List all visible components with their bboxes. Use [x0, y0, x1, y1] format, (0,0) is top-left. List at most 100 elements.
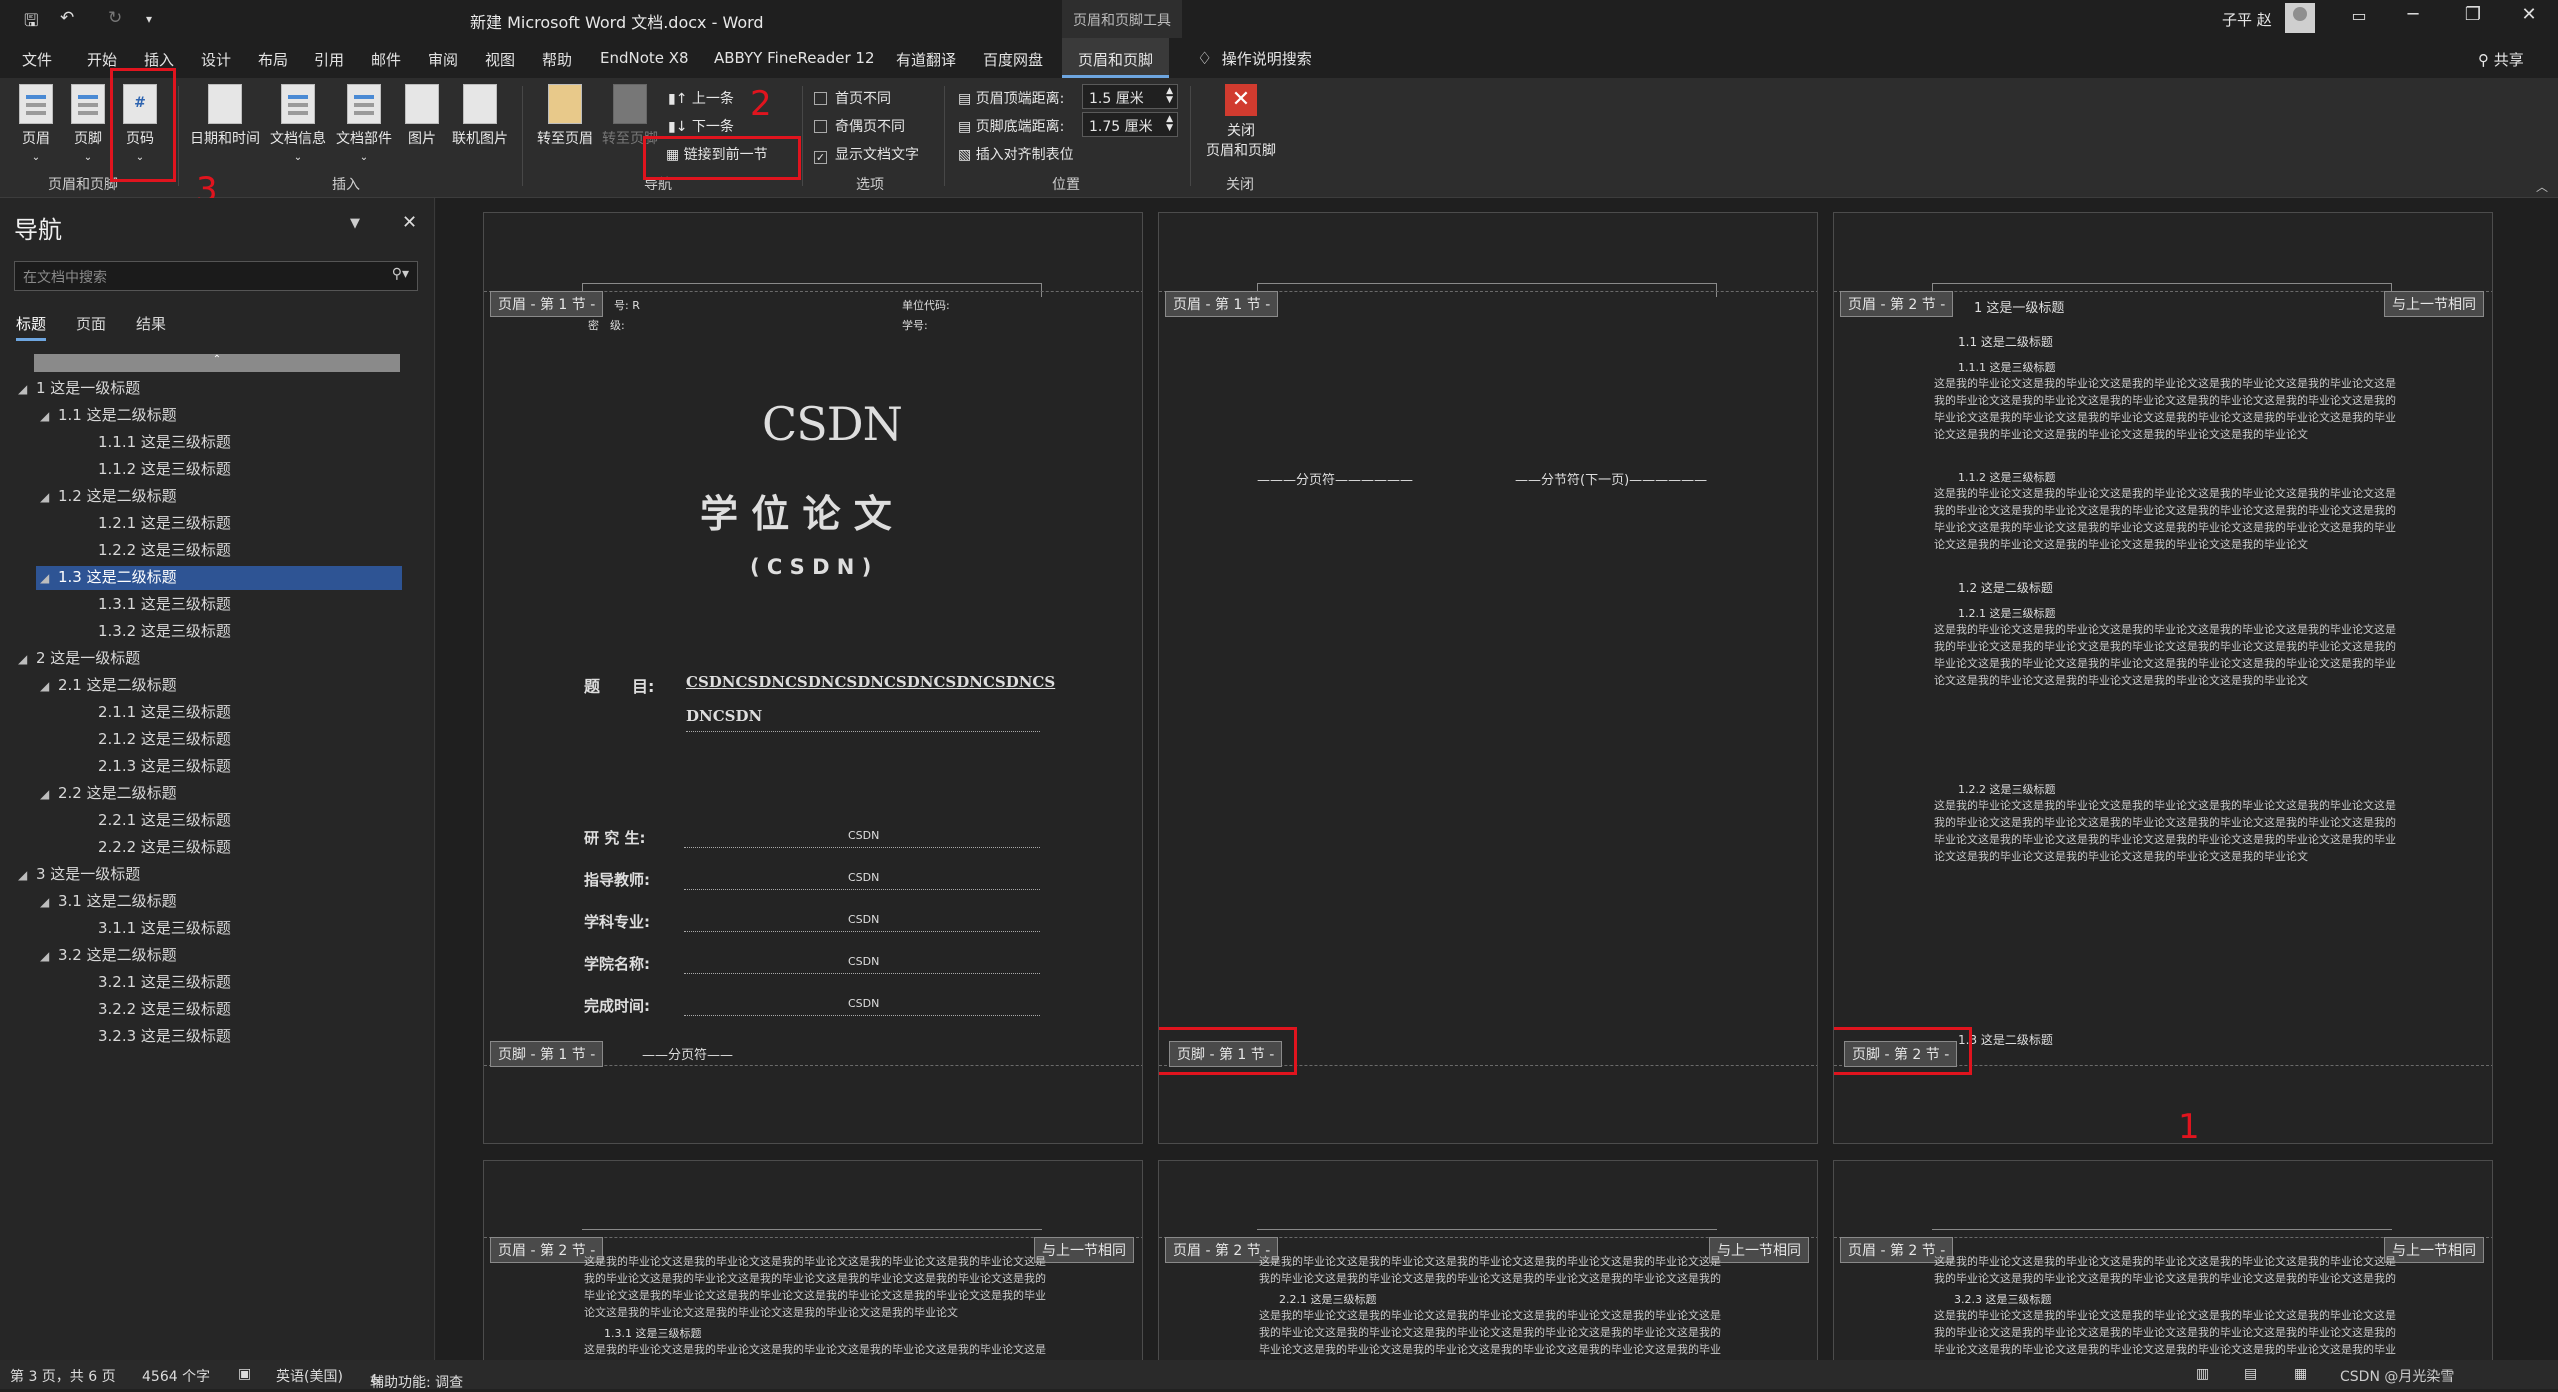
- prev-section-button[interactable]: ▮↑ 上一条: [668, 88, 734, 108]
- nav-search-input[interactable]: 在文档中搜索 ⚲▾: [14, 261, 418, 291]
- expand-triangle-icon[interactable]: ◢: [40, 490, 58, 504]
- undo-icon[interactable]: ↶: [60, 8, 74, 28]
- search-icon[interactable]: ⚲▾: [392, 266, 409, 282]
- nav-heading-item[interactable]: ◢ 2.2 这是二级标题: [40, 782, 177, 806]
- page-count[interactable]: 第 3 页，共 6 页: [10, 1366, 116, 1386]
- page-1[interactable]: 页眉 - 第 1 节 - 号: R 密 级: 单位代码: 学号: CSDN 学 …: [483, 212, 1143, 1144]
- nav-options-icon[interactable]: ▼: [350, 216, 360, 231]
- nav-scroll-handle[interactable]: ⌃: [34, 354, 400, 372]
- nav-heading-item[interactable]: 1.2.2 这是三级标题: [80, 539, 231, 563]
- expand-triangle-icon[interactable]: ◢: [40, 571, 58, 585]
- avatar[interactable]: [2285, 3, 2315, 33]
- page-2[interactable]: 页眉 - 第 1 节 - ———分页符—————— ——分节符(下一页)————…: [1158, 212, 1818, 1144]
- online-picture-button[interactable]: 联机图片: [448, 84, 512, 148]
- nav-heading-item[interactable]: ◢ 3 这是一级标题: [18, 863, 140, 887]
- nav-heading-item[interactable]: ◢ 1.2 这是二级标题: [40, 485, 177, 509]
- nav-heading-item[interactable]: 3.2.2 这是三级标题: [80, 998, 231, 1022]
- nav-close-icon[interactable]: ✕: [402, 212, 417, 233]
- goto-header-button[interactable]: 转至页眉: [532, 84, 598, 148]
- nav-heading-item[interactable]: 1.2.1 这是三级标题: [80, 512, 231, 536]
- page-4[interactable]: 页眉 - 第 2 节 - 与上一节相同 这是我的毕业论文这是我的毕业论文这是我的…: [483, 1160, 1143, 1370]
- nav-heading-item[interactable]: 1.1.2 这是三级标题: [80, 458, 231, 482]
- docinfo-button[interactable]: 文档信息 ⌄: [266, 84, 330, 164]
- spinner-icon[interactable]: ▲ ▼: [1166, 87, 1173, 105]
- nav-heading-item[interactable]: ◢ 1 这是一级标题: [18, 377, 140, 401]
- tab-header-footer[interactable]: 页眉和页脚: [1062, 38, 1170, 78]
- tab-youdao[interactable]: 有道翻译: [896, 49, 956, 70]
- redo-icon[interactable]: ↻: [108, 8, 122, 28]
- nav-heading-item[interactable]: 1.3.1 这是三级标题: [80, 593, 231, 617]
- tab-layout[interactable]: 布局: [258, 49, 288, 70]
- different-odd-even-checkbox[interactable]: 奇偶页不同: [814, 116, 905, 136]
- expand-triangle-icon[interactable]: ◢: [40, 679, 58, 693]
- nav-heading-item[interactable]: ◢ 3.2 这是二级标题: [40, 944, 177, 968]
- web-layout-icon[interactable]: ▦: [2294, 1366, 2307, 1382]
- language[interactable]: 英语(美国): [276, 1366, 343, 1386]
- tab-endnote[interactable]: EndNote X8: [600, 49, 689, 67]
- tab-baidu[interactable]: 百度网盘: [983, 49, 1043, 70]
- user-name[interactable]: 子平 赵: [2222, 9, 2272, 30]
- tab-references[interactable]: 引用: [314, 49, 344, 70]
- expand-triangle-icon[interactable]: ◢: [40, 895, 58, 909]
- page-3[interactable]: 页眉 - 第 2 节 - 与上一节相同 1 这是一级标题 1.1 这是二级标题 …: [1833, 212, 2493, 1144]
- show-document-text-checkbox[interactable]: ✓ 显示文档文字: [814, 144, 919, 164]
- different-first-page-checkbox[interactable]: 首页不同: [814, 88, 891, 108]
- next-section-button[interactable]: ▮↓ 下一条: [668, 116, 734, 136]
- tab-file[interactable]: 文件: [22, 49, 52, 70]
- qat-customize-icon[interactable]: ▾: [146, 12, 152, 26]
- nav-tab-results[interactable]: 结果: [136, 313, 166, 334]
- tab-help[interactable]: 帮助: [542, 49, 572, 70]
- minimize-button[interactable]: ─: [2390, 4, 2436, 34]
- save-icon[interactable]: 🖫: [24, 8, 38, 37]
- nav-heading-item[interactable]: 1.1.1 这是三级标题: [80, 431, 231, 455]
- picture-button[interactable]: 图片: [402, 84, 442, 148]
- nav-heading-item[interactable]: ◢ 1.1 这是二级标题: [40, 404, 177, 428]
- datetime-button[interactable]: 日期和时间: [188, 84, 262, 148]
- nav-tab-headings[interactable]: 标题: [16, 313, 47, 341]
- tell-me-search[interactable]: ♢ 操作说明搜索: [1197, 48, 1312, 69]
- tab-mailings[interactable]: 邮件: [371, 49, 401, 70]
- nav-heading-item[interactable]: 2.2.2 这是三级标题: [80, 836, 231, 860]
- quickparts-button[interactable]: 文档部件 ⌄: [332, 84, 396, 164]
- expand-triangle-icon[interactable]: ◢: [40, 787, 58, 801]
- close-window-button[interactable]: ✕: [2506, 4, 2552, 34]
- page-5[interactable]: 页眉 - 第 2 节 - 与上一节相同 这是我的毕业论文这是我的毕业论文这是我的…: [1158, 1160, 1818, 1370]
- nav-heading-item[interactable]: ◢ 1.3 这是二级标题: [36, 566, 402, 590]
- tab-insert[interactable]: 插入: [144, 49, 174, 70]
- nav-heading-item[interactable]: ◢ 2.1 这是二级标题: [40, 674, 177, 698]
- expand-triangle-icon[interactable]: ◢: [18, 382, 36, 396]
- collapse-ribbon-icon[interactable]: ︿: [2536, 178, 2548, 195]
- ribbon-display-options-icon[interactable]: ▭: [2336, 6, 2382, 36]
- word-count[interactable]: 4564 个字: [142, 1366, 210, 1386]
- expand-triangle-icon[interactable]: ◢: [18, 652, 36, 666]
- footer-bottom-input[interactable]: 1.75 厘米 ▲ ▼: [1082, 112, 1178, 137]
- nav-tab-pages[interactable]: 页面: [76, 313, 106, 334]
- nav-heading-item[interactable]: 3.2.3 这是三级标题: [80, 1025, 231, 1049]
- nav-heading-item[interactable]: ◢ 2 这是一级标题: [18, 647, 140, 671]
- tab-design[interactable]: 设计: [201, 49, 231, 70]
- page-6[interactable]: 页眉 - 第 2 节 - 与上一节相同 这是我的毕业论文这是我的毕业论文这是我的…: [1833, 1160, 2493, 1370]
- print-layout-icon[interactable]: ▤: [2244, 1366, 2257, 1382]
- tab-abbyy[interactable]: ABBYY FineReader 12: [714, 49, 875, 67]
- nav-heading-item[interactable]: 1.3.2 这是三级标题: [80, 620, 231, 644]
- tab-home[interactable]: 开始: [87, 49, 117, 70]
- nav-heading-item[interactable]: 2.2.1 这是三级标题: [80, 809, 231, 833]
- tab-view[interactable]: 视图: [485, 49, 515, 70]
- nav-heading-item[interactable]: ◢ 3.1 这是二级标题: [40, 890, 177, 914]
- expand-triangle-icon[interactable]: ◢: [40, 949, 58, 963]
- expand-triangle-icon[interactable]: ◢: [40, 409, 58, 423]
- nav-heading-item[interactable]: 3.1.1 这是三级标题: [80, 917, 231, 941]
- spinner-icon[interactable]: ▲ ▼: [1166, 115, 1173, 133]
- close-header-footer-button[interactable]: ✕ 关闭 页眉和页脚: [1198, 84, 1284, 160]
- nav-heading-item[interactable]: 2.1.2 这是三级标题: [80, 728, 231, 752]
- footer-button[interactable]: 页脚 ⌄: [68, 84, 108, 164]
- nav-heading-item[interactable]: 2.1.1 这是三级标题: [80, 701, 231, 725]
- expand-triangle-icon[interactable]: ◢: [18, 868, 36, 882]
- nav-heading-item[interactable]: 3.2.1 这是三级标题: [80, 971, 231, 995]
- read-mode-icon[interactable]: ▥: [2196, 1366, 2209, 1382]
- header-top-input[interactable]: 1.5 厘米 ▲ ▼: [1082, 84, 1178, 109]
- proofing-icon[interactable]: ▣: [238, 1366, 251, 1382]
- share-button[interactable]: ⚲ 共享: [2478, 49, 2524, 70]
- header-button[interactable]: 页眉 ⌄: [16, 84, 56, 164]
- insert-alignment-tab-button[interactable]: ▧ 插入对齐制表位: [958, 144, 1074, 164]
